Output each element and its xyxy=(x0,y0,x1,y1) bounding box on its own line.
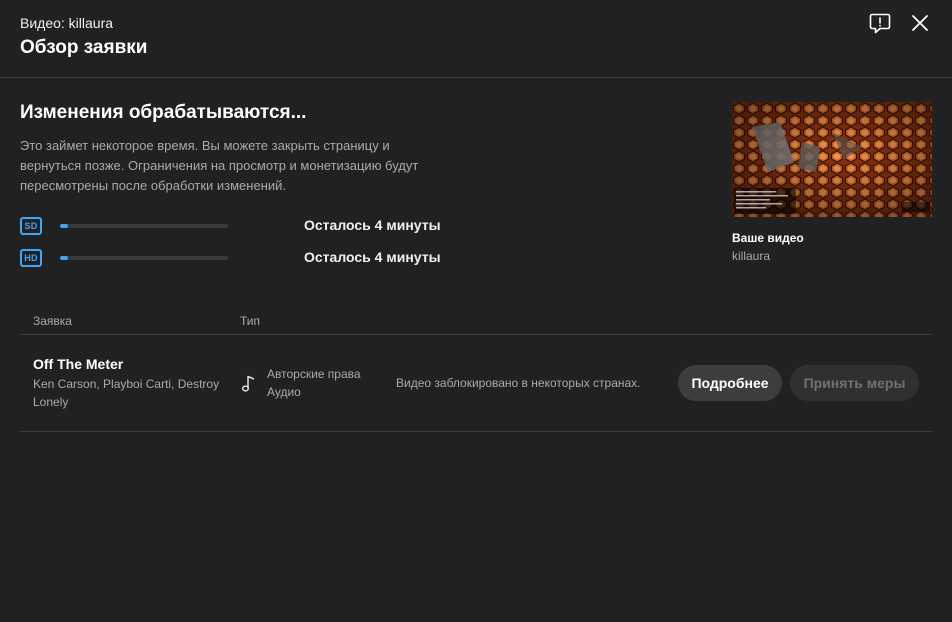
sd-progress-bar xyxy=(60,224,228,228)
hd-progress-fill xyxy=(60,256,69,260)
hd-remaining-time: Осталось 4 минуты xyxy=(304,249,441,265)
video-label: Видео: killaura xyxy=(20,15,114,31)
claim-impact: Видео заблокировано в некоторых странах. xyxy=(396,376,641,390)
claim-type: Авторские права xyxy=(267,367,361,381)
processing-description: Это займет некоторое время. Вы можете за… xyxy=(20,138,419,193)
your-video-label: Ваше видео xyxy=(732,231,804,245)
table-divider xyxy=(20,334,932,335)
processing-title: Изменения обрабатываются... xyxy=(20,102,307,123)
hd-processing-row: HD Осталось 4 минуты xyxy=(20,248,450,268)
details-button[interactable]: Подробнее xyxy=(678,365,782,401)
sd-remaining-time: Осталось 4 минуты xyxy=(304,217,441,233)
channel-name: killaura xyxy=(732,249,771,263)
column-header-type: Тип xyxy=(240,314,261,328)
video-thumbnail[interactable] xyxy=(732,102,932,217)
dialog-title: Обзор заявки xyxy=(20,37,148,58)
thumbnail-image xyxy=(732,102,932,217)
dialog-header: Видео: killaura Обзор заявки xyxy=(0,0,952,78)
take-action-button[interactable]: Принять меры xyxy=(790,365,919,401)
hd-badge-icon: HD xyxy=(20,249,42,267)
table-divider-bottom xyxy=(20,431,932,432)
sd-progress-fill xyxy=(60,224,69,228)
feedback-icon[interactable] xyxy=(868,11,892,35)
hd-progress-bar xyxy=(60,256,228,260)
music-note-icon xyxy=(240,373,258,393)
close-icon[interactable] xyxy=(908,11,932,35)
column-header-claim: Заявка xyxy=(33,314,72,328)
claim-subtype: Аудио xyxy=(267,385,301,399)
sd-processing-row: SD Осталось 4 минуты xyxy=(20,216,450,236)
sd-badge-icon: SD xyxy=(20,217,42,235)
claim-song-artists: Ken Carson, Playboi Carti, Destroy Lonel… xyxy=(33,377,220,409)
claim-song-title: Off The Meter xyxy=(33,356,124,372)
